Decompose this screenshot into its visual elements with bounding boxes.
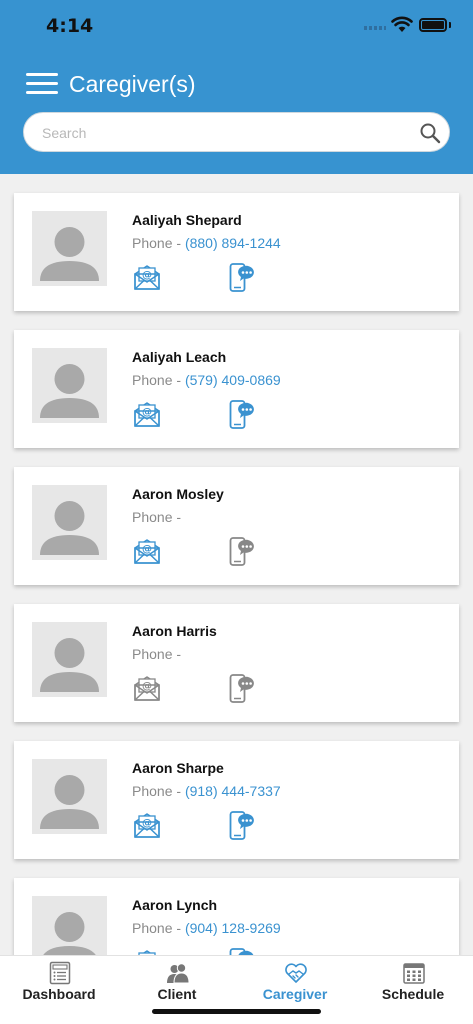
phone-row: Phone - (904) 128-9269	[132, 920, 281, 936]
home-indicator	[152, 1009, 321, 1014]
avatar	[32, 485, 107, 560]
client-icon	[166, 961, 190, 985]
wifi-icon	[391, 16, 413, 32]
battery-cap	[449, 22, 451, 28]
caregiver-name: Aaliyah Leach	[132, 349, 227, 365]
phone-label: Phone -	[132, 920, 182, 936]
tab-client[interactable]: Client	[118, 956, 236, 1006]
tab-label: Schedule	[381, 986, 445, 1002]
avatar	[32, 896, 107, 955]
app-header: 4:14 Caregiver(s)	[0, 0, 473, 174]
email-icon[interactable]: @	[133, 537, 161, 565]
tab-caregiver[interactable]: Caregiver	[236, 956, 354, 1006]
battery-icon	[419, 18, 447, 32]
caregiver-name: Aaron Mosley	[132, 486, 224, 502]
phone-row: Phone -	[132, 646, 181, 662]
sms-icon[interactable]	[229, 398, 255, 430]
caregiver-card[interactable]: Aaliyah Leach Phone - (579) 409-0869 @	[14, 330, 459, 448]
tab-label: Dashboard	[22, 986, 96, 1002]
phone-number[interactable]: (579) 409-0869	[185, 372, 281, 388]
caregiver-name: Aaron Lynch	[132, 897, 218, 913]
email-icon[interactable]: @	[133, 811, 161, 839]
tab-schedule[interactable]: Schedule	[354, 956, 472, 1006]
phone-number[interactable]: (918) 444-7337	[185, 783, 281, 799]
avatar	[32, 759, 107, 834]
phone-label: Phone -	[132, 235, 182, 251]
avatar	[32, 622, 107, 697]
avatar	[32, 348, 107, 423]
phone-number[interactable]: (904) 128-9269	[185, 920, 281, 936]
tab-dashboard[interactable]: Dashboard	[0, 956, 118, 1006]
dashboard-icon	[48, 961, 72, 985]
phone-row: Phone - (880) 894-1244	[132, 235, 281, 251]
phone-label: Phone -	[132, 509, 182, 525]
email-icon[interactable]: @	[133, 263, 161, 291]
tab-label: Client	[157, 986, 197, 1002]
sms-icon[interactable]	[229, 946, 255, 955]
caregiver-name: Aaron Sharpe	[132, 760, 224, 776]
email-icon[interactable]: @	[133, 400, 161, 428]
caregiver-card[interactable]: Aaron Sharpe Phone - (918) 444-7337 @	[14, 741, 459, 859]
page-title: Caregiver(s)	[69, 71, 196, 97]
phone-label: Phone -	[132, 372, 182, 388]
phone-label: Phone -	[132, 646, 182, 662]
tab-label: Caregiver	[262, 986, 328, 1002]
caregiver-list[interactable]: Aaliyah Shepard Phone - (880) 894-1244 @ Aa…	[0, 174, 473, 955]
sms-icon[interactable]	[229, 261, 255, 293]
sms-icon[interactable]	[229, 809, 255, 841]
caregiver-card[interactable]: Aaron Lynch Phone - (904) 128-9269 @	[14, 878, 459, 955]
caregiver-icon	[284, 961, 308, 985]
search-bar[interactable]	[23, 112, 450, 152]
email-icon[interactable]: @	[133, 948, 161, 955]
phone-number[interactable]: (880) 894-1244	[185, 235, 281, 251]
caregiver-name: Aaliyah Shepard	[132, 212, 242, 228]
phone-row: Phone -	[132, 509, 181, 525]
avatar	[32, 211, 107, 286]
status-time: 4:14	[46, 15, 94, 37]
caregiver-name: Aaron Harris	[132, 623, 217, 639]
email-icon[interactable]: @	[133, 674, 161, 702]
phone-row: Phone - (579) 409-0869	[132, 372, 281, 388]
signal-icon	[364, 26, 386, 30]
search-input[interactable]	[42, 121, 412, 145]
search-icon[interactable]	[419, 122, 441, 144]
schedule-icon	[402, 961, 426, 985]
phone-label: Phone -	[132, 783, 182, 799]
sms-icon[interactable]	[229, 672, 255, 704]
phone-row: Phone - (918) 444-7337	[132, 783, 281, 799]
menu-button[interactable]	[26, 73, 58, 95]
caregiver-card[interactable]: Aaron Harris Phone - @	[14, 604, 459, 722]
caregiver-card[interactable]: Aaliyah Shepard Phone - (880) 894-1244 @	[14, 193, 459, 311]
sms-icon[interactable]	[229, 535, 255, 567]
caregiver-card[interactable]: Aaron Mosley Phone - @	[14, 467, 459, 585]
